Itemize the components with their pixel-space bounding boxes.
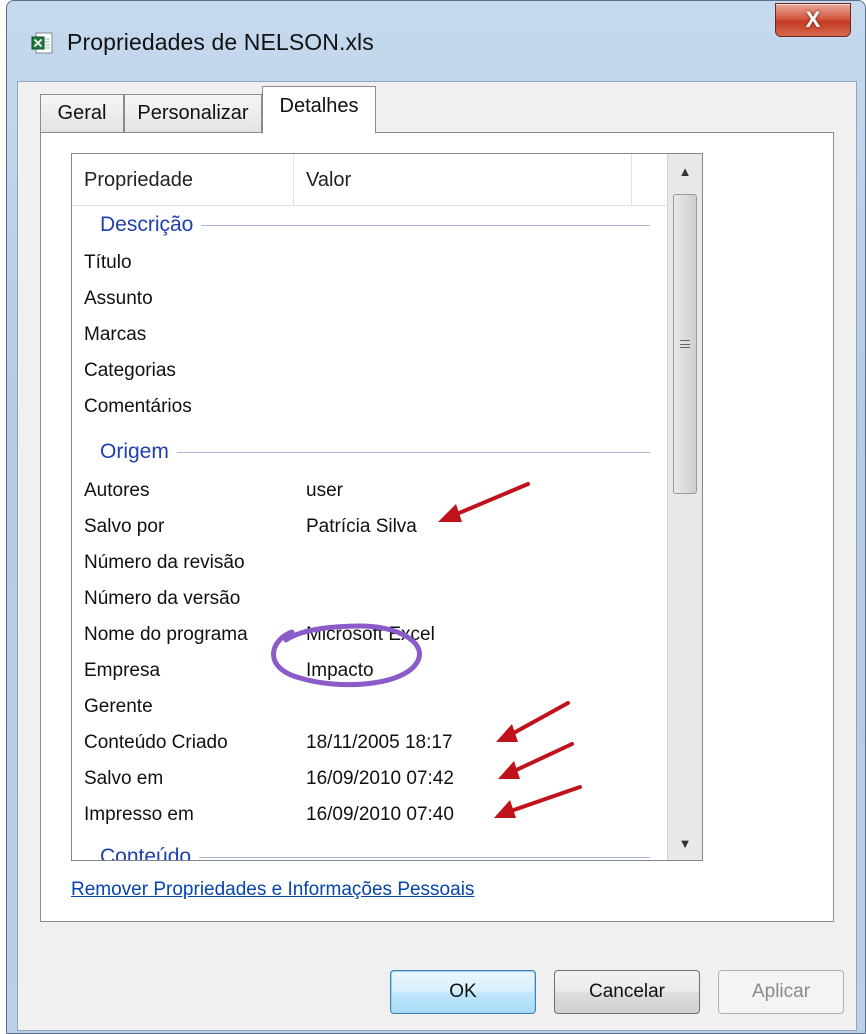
ok-button[interactable]: OK bbox=[390, 970, 536, 1014]
column-header-value[interactable]: Valor bbox=[294, 154, 632, 206]
list-item[interactable]: Empresa Impacto bbox=[72, 656, 667, 692]
list-item[interactable]: Comentários bbox=[72, 392, 667, 428]
vertical-scrollbar[interactable]: ▲ ▼ bbox=[667, 154, 702, 860]
list-item[interactable]: Título bbox=[72, 248, 667, 284]
list-item[interactable]: Nome do programa Microsoft Excel bbox=[72, 620, 667, 656]
list-item[interactable]: Gerente bbox=[72, 692, 667, 728]
scroll-down-arrow-icon[interactable]: ▼ bbox=[668, 826, 702, 860]
grip-icon bbox=[680, 340, 690, 348]
group-label: Conteúdo bbox=[100, 845, 192, 861]
properties-list[interactable]: Propriedade Valor Descrição Título Assun… bbox=[71, 153, 703, 861]
property-value: 16/09/2010 07:42 bbox=[306, 768, 454, 789]
group-label: Descrição bbox=[100, 213, 194, 236]
list-item[interactable]: Salvo em 16/09/2010 07:42 bbox=[72, 764, 667, 800]
list-header: Propriedade Valor bbox=[72, 154, 667, 206]
tab-personalizar[interactable]: Personalizar bbox=[124, 94, 262, 132]
list-item[interactable]: Salvo por Patrícia Silva bbox=[72, 512, 667, 548]
property-value: Impacto bbox=[306, 660, 374, 681]
list-item[interactable]: Conteúdo Criado 18/11/2005 18:17 bbox=[72, 728, 667, 764]
list-item[interactable]: Categorias bbox=[72, 356, 667, 392]
property-value: user bbox=[306, 480, 343, 501]
group-header-conteudo: Conteúdo bbox=[100, 842, 650, 861]
property-name: Gerente bbox=[84, 696, 153, 717]
tab-detalhes[interactable]: Detalhes bbox=[262, 86, 376, 134]
property-name: Impresso em bbox=[84, 804, 194, 825]
close-icon: X bbox=[805, 7, 821, 32]
scroll-up-arrow-icon[interactable]: ▲ bbox=[668, 154, 702, 188]
property-value: 16/09/2010 07:40 bbox=[306, 804, 454, 825]
scrollbar-thumb[interactable] bbox=[673, 194, 697, 494]
close-button[interactable]: X bbox=[775, 3, 851, 37]
list-item[interactable]: Autores user bbox=[72, 476, 667, 512]
list-item[interactable]: Número da versão bbox=[72, 584, 667, 620]
remove-properties-link[interactable]: Remover Propriedades e Informações Pesso… bbox=[71, 879, 474, 901]
property-name: Título bbox=[84, 252, 132, 273]
property-name: Número da versão bbox=[84, 588, 241, 609]
window-title: Propriedades de NELSON.xls bbox=[67, 29, 374, 55]
dialog-client-area: Geral Personalizar Detalhes Propriedade … bbox=[17, 81, 857, 1031]
group-header-origem: Origem bbox=[100, 437, 650, 467]
list-item[interactable]: Assunto bbox=[72, 284, 667, 320]
property-name: Salvo por bbox=[84, 516, 165, 537]
title-bar[interactable]: Propriedades de NELSON.xls X bbox=[7, 1, 865, 81]
property-value: Patrícia Silva bbox=[306, 516, 417, 537]
group-label: Origem bbox=[100, 440, 169, 463]
property-name: Comentários bbox=[84, 396, 192, 417]
group-divider bbox=[201, 224, 650, 226]
column-header-property[interactable]: Propriedade bbox=[72, 154, 294, 206]
property-name: Número da revisão bbox=[84, 552, 245, 573]
group-divider bbox=[199, 856, 650, 858]
property-name: Autores bbox=[84, 480, 150, 501]
apply-button[interactable]: Aplicar bbox=[718, 970, 844, 1014]
property-name: Assunto bbox=[84, 288, 153, 309]
list-item[interactable]: Impresso em 16/09/2010 07:40 bbox=[72, 800, 667, 836]
group-divider bbox=[176, 451, 650, 453]
property-value: Microsoft Excel bbox=[306, 624, 435, 645]
details-tab-panel: Propriedade Valor Descrição Título Assun… bbox=[40, 132, 834, 922]
property-name: Marcas bbox=[84, 324, 147, 345]
list-item[interactable]: Número da revisão bbox=[72, 548, 667, 584]
excel-file-icon bbox=[31, 32, 53, 54]
property-name: Nome do programa bbox=[84, 624, 248, 645]
property-name: Salvo em bbox=[84, 768, 164, 789]
property-value: 18/11/2005 18:17 bbox=[306, 732, 453, 753]
property-name: Conteúdo Criado bbox=[84, 732, 228, 753]
properties-window: Propriedades de NELSON.xls X Geral Perso… bbox=[6, 0, 866, 1034]
property-name: Empresa bbox=[84, 660, 161, 681]
cancel-button[interactable]: Cancelar bbox=[554, 970, 700, 1014]
list-item[interactable]: Marcas bbox=[72, 320, 667, 356]
group-header-descricao: Descrição bbox=[100, 210, 650, 240]
property-name: Categorias bbox=[84, 360, 176, 381]
tab-geral[interactable]: Geral bbox=[40, 94, 124, 132]
